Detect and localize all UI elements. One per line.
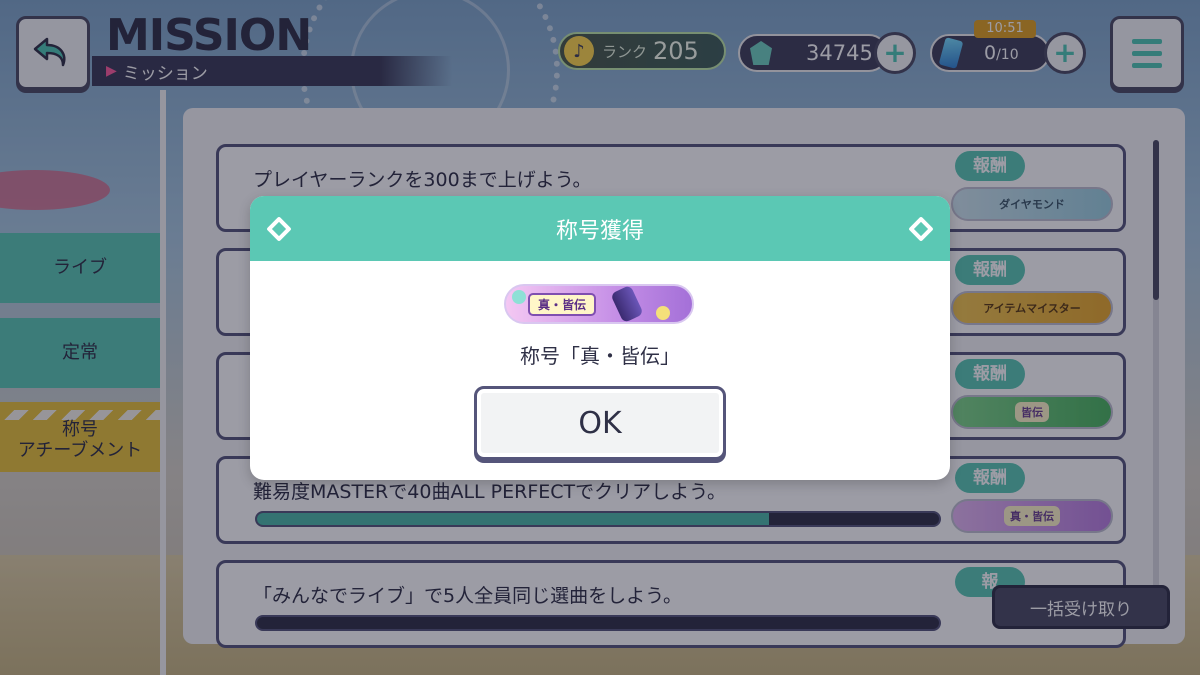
dialog-header: 称号獲得	[250, 196, 950, 261]
title-badge-label: 真・皆伝	[528, 292, 597, 316]
cylinder-icon	[610, 284, 644, 324]
title-badge: 真・皆伝	[504, 284, 694, 324]
title-acquired-dialog: 称号獲得 真・皆伝 称号「真・皆伝」 OK	[250, 196, 950, 480]
dialog-message: 称号「真・皆伝」	[520, 344, 680, 368]
flower-icon	[656, 306, 670, 320]
flower-icon	[512, 290, 526, 304]
ok-button[interactable]: OK	[474, 386, 726, 460]
dialog-title: 称号獲得	[555, 218, 644, 244]
diamond-icon	[266, 216, 292, 242]
diamond-icon	[908, 216, 934, 242]
